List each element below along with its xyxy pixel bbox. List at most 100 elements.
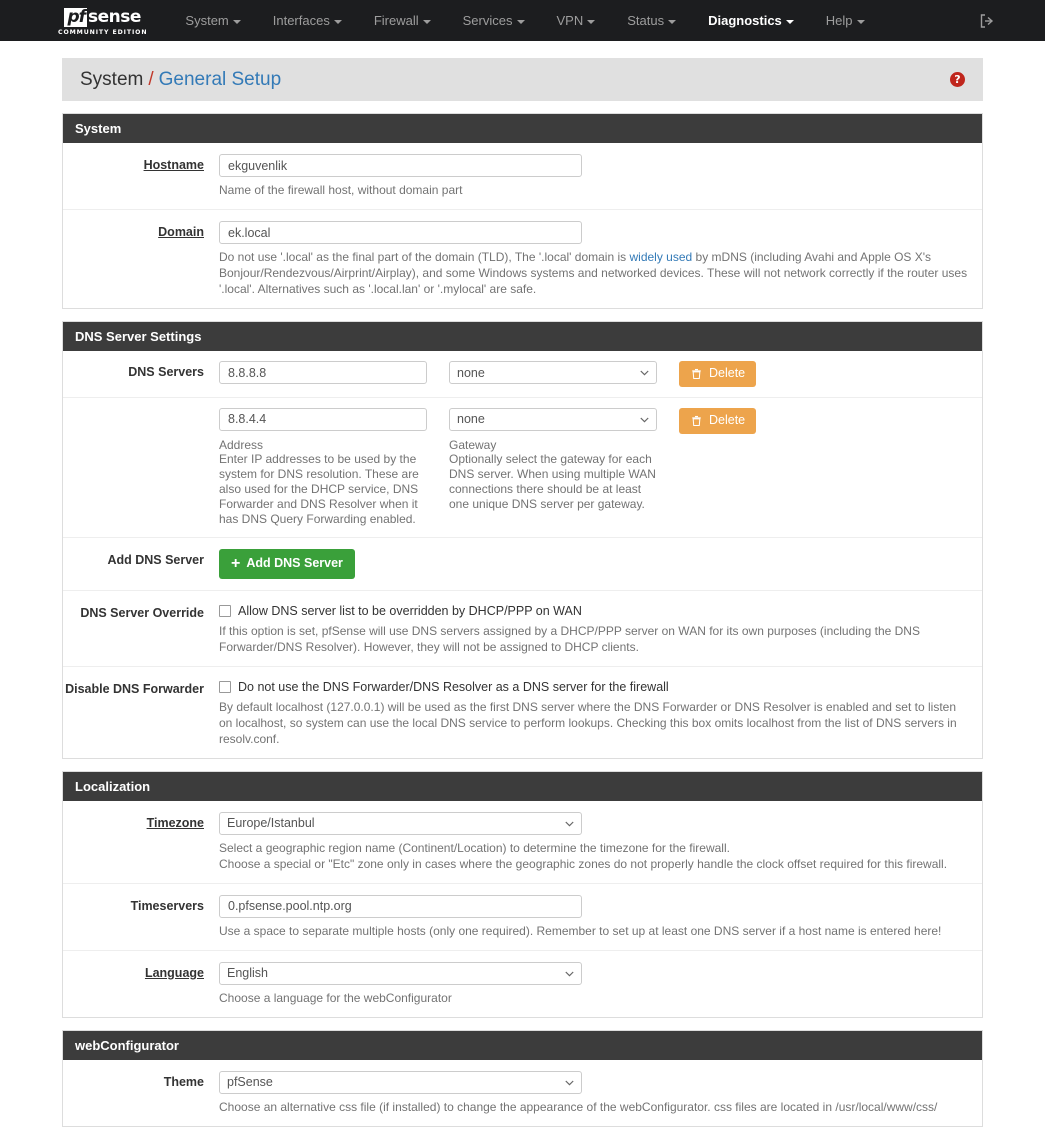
chevron-down-icon (333, 19, 342, 24)
panel-webconfigurator: webConfigurator Theme pfSense Choose an … (62, 1029, 983, 1127)
timezone-help-line1: Select a geographic region name (Contine… (219, 840, 730, 855)
nav-item-help[interactable]: Help (810, 0, 881, 41)
nav-label-system: System (185, 13, 229, 28)
disable-dns-forwarder-label: Disable DNS Forwarder (65, 681, 204, 696)
chevron-down-icon (422, 19, 431, 24)
dns-server-override-checkbox[interactable] (219, 604, 231, 617)
question-circle-icon: ? (950, 72, 965, 87)
dns-servers-label-spacer (63, 408, 219, 412)
nav-label-services: Services (462, 13, 513, 28)
dns-delete-button-0[interactable]: Delete (679, 361, 757, 387)
dns-servers-label: DNS Servers (128, 365, 204, 379)
add-dns-server-control: + Add DNS Server (219, 548, 982, 579)
panel-system: System Hostname Name of the firewall hos… (62, 113, 983, 309)
panel-localization-body: Timezone Europe/Istanbul Select a geogra… (63, 801, 982, 1017)
domain-help-link[interactable]: widely used (629, 250, 692, 264)
timezone-select[interactable]: Europe/Istanbul (219, 811, 582, 835)
timezone-control: Europe/Istanbul Select a geographic regi… (219, 811, 982, 872)
domain-help: Do not use '.local' as the final part of… (219, 249, 968, 297)
theme-control: pfSense Choose an alternative css file (… (219, 1070, 982, 1115)
nav-label-vpn: VPN (556, 13, 584, 28)
breadcrumb-root: System (80, 68, 144, 90)
page-help-button[interactable]: ? (950, 72, 965, 87)
dns-address-input-1[interactable] (219, 407, 427, 431)
dns-gateway-cell-1: none Gateway Optionally select the gatew… (449, 407, 657, 512)
field-row-timezone: Timezone Europe/Istanbul Select a geogra… (63, 801, 982, 884)
timeservers-help: Use a space to separate multiple hosts (… (219, 923, 942, 938)
dns-delete-cell-0: Delete (679, 361, 757, 387)
sign-out-icon (980, 13, 994, 28)
dns-address-input-0[interactable] (219, 361, 427, 384)
theme-select[interactable]: pfSense (219, 1070, 582, 1094)
dns-server-override-control: Allow DNS server list to be overridden b… (219, 602, 982, 655)
add-dns-server-button-label: Add DNS Server (246, 555, 343, 570)
breadcrumb: System / General Setup (80, 69, 281, 91)
dns-delete-label-0: Delete (709, 366, 746, 380)
timezone-label: Timezone (146, 815, 204, 830)
page-content: System / General Setup ? System Hostname… (0, 58, 1045, 1127)
dns-address-cell-0 (219, 361, 427, 384)
hostname-input[interactable] (219, 154, 582, 177)
language-control: English Choose a language for the webCon… (219, 961, 982, 1006)
chevron-down-icon (668, 19, 677, 24)
dns-address-col-desc: Enter IP addresses to be used by the sys… (219, 451, 419, 526)
chevron-down-icon (232, 19, 241, 24)
timeservers-label: Timeservers (130, 898, 204, 913)
domain-input[interactable] (219, 221, 582, 244)
timeservers-control: Use a space to separate multiple hosts (… (219, 894, 982, 939)
nav-item-services[interactable]: Services (447, 0, 541, 41)
timeservers-input[interactable] (219, 894, 582, 918)
nav-label-diagnostics: Diagnostics (708, 13, 782, 28)
panel-system-body: Hostname Name of the firewall host, with… (63, 143, 982, 308)
hostname-control: Name of the firewall host, without domai… (219, 154, 982, 198)
field-row-theme: Theme pfSense Choose an alternative css … (63, 1060, 982, 1126)
nav-label-interfaces: Interfaces (272, 13, 330, 28)
field-row-timeservers: Timeservers Use a space to separate mult… (63, 884, 982, 951)
nav-menu: System Interfaces Firewall Services VPN … (169, 0, 880, 41)
chevron-down-icon (587, 19, 596, 24)
logo-subtitle: COMMUNITY EDITION (58, 28, 148, 36)
trash-icon (692, 416, 701, 427)
nav-item-interfaces[interactable]: Interfaces (257, 0, 358, 41)
nav-item-status[interactable]: Status (611, 0, 692, 41)
pfsense-logo-mark: pf sense (64, 6, 141, 27)
dns-server-override-checkbox-label[interactable]: Allow DNS server list to be overridden b… (238, 604, 582, 618)
nav-item-vpn[interactable]: VPN (541, 0, 612, 41)
panel-localization-title: Localization (63, 771, 982, 801)
logout-button[interactable] (979, 0, 995, 41)
disable-dns-forwarder-help: By default localhost (127.0.0.1) will be… (219, 699, 957, 746)
disable-dns-forwarder-control: Do not use the DNS Forwarder/DNS Resolve… (219, 678, 982, 747)
add-dns-server-label: Add DNS Server (107, 552, 204, 567)
chevron-down-icon (856, 19, 865, 24)
disable-dns-forwarder-checkbox-label[interactable]: Do not use the DNS Forwarder/DNS Resolve… (238, 680, 669, 694)
disable-dns-forwarder-checkbox[interactable] (219, 680, 231, 693)
add-dns-server-button[interactable]: + Add DNS Server (219, 548, 355, 579)
dns-address-col-title: Address (219, 437, 264, 452)
pfsense-logo[interactable]: pf sense COMMUNITY EDITION (58, 6, 148, 36)
field-row-hostname: Hostname Name of the firewall host, with… (63, 143, 982, 210)
nav-item-system[interactable]: System (169, 0, 256, 41)
language-select[interactable]: English (219, 961, 582, 985)
field-row-disable-dns-forwarder: Disable DNS Forwarder Do not use the DNS… (63, 667, 982, 758)
breadcrumb-separator: / (148, 68, 154, 90)
dns-gateway-cell-0: none (449, 361, 657, 384)
domain-label: Domain (158, 225, 204, 239)
dns-delete-button-1[interactable]: Delete (679, 407, 757, 434)
panel-dns-server-settings: DNS Server Settings DNS Servers none (62, 321, 983, 759)
dns-address-cell-1: Address Enter IP addresses to be used by… (219, 407, 427, 527)
panel-dns-body: DNS Servers none (63, 351, 982, 758)
dns-gateway-select-0[interactable]: none (449, 361, 657, 384)
logo-sense-text: sense (88, 6, 141, 27)
trash-icon (692, 369, 701, 380)
logo-pf-text: pf (64, 7, 88, 27)
language-help: Choose a language for the webConfigurato… (219, 990, 452, 1005)
breadcrumb-current[interactable]: General Setup (159, 69, 282, 91)
theme-help: Choose an alternative css file (if insta… (219, 1099, 938, 1114)
nav-item-firewall[interactable]: Firewall (358, 0, 447, 41)
dns-delete-label-1: Delete (709, 412, 746, 427)
dns-gateway-select-1[interactable]: none (449, 407, 657, 431)
dns-server-override-label: DNS Server Override (80, 605, 204, 620)
dns-gateway-col-desc: Optionally select the gateway for each D… (449, 451, 656, 511)
nav-item-diagnostics[interactable]: Diagnostics (692, 0, 810, 41)
panel-webconfigurator-body: Theme pfSense Choose an alternative css … (63, 1060, 982, 1126)
